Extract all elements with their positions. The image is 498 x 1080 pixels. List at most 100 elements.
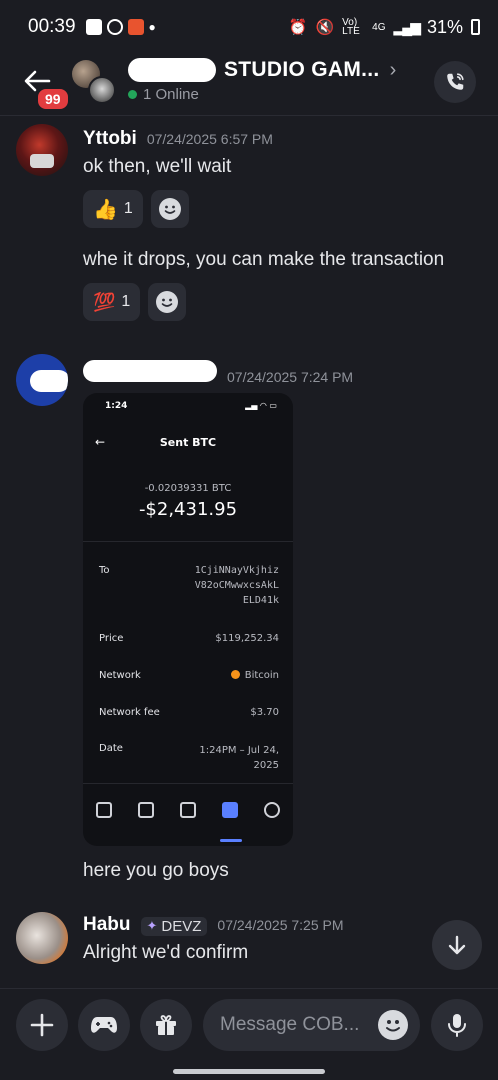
divider xyxy=(83,541,293,542)
reaction-count: 1 xyxy=(123,200,133,217)
avatar[interactable] xyxy=(16,912,68,964)
channel-title: STUDIO GAM... › xyxy=(128,58,397,82)
network-type-label: 4G xyxy=(372,21,386,33)
author-name[interactable]: Yttobi xyxy=(83,128,137,150)
attachment-screen-title: Sent BTC xyxy=(159,436,217,449)
app-notification-icon xyxy=(127,19,144,35)
message-timestamp: 07/24/2025 7:24 PM xyxy=(227,369,354,385)
author-name[interactable]: Habu xyxy=(83,914,131,936)
image-attachment[interactable]: 1:24 ▂▄ ◠ ▭ ← Sent BTC -0.02039331 BTC -… xyxy=(83,393,293,846)
redacted-name xyxy=(128,58,216,82)
message-group: Habu ✦ DEVZ 07/24/2025 7:25 PM Alright w… xyxy=(0,910,498,980)
battery-percent: 31% xyxy=(426,16,463,37)
attachment-nav-bar xyxy=(83,783,293,846)
avatar-detail xyxy=(30,154,54,168)
voice-call-button[interactable] xyxy=(434,61,476,103)
add-attachment-button[interactable] xyxy=(16,999,68,1051)
plus-icon xyxy=(30,1013,54,1037)
attachment-status-icons: ▂▄ ◠ ▭ xyxy=(245,401,277,410)
role-tag[interactable]: ✦ DEVZ xyxy=(140,916,208,936)
wallet-icon xyxy=(138,802,154,818)
alarm-icon: ⏰ xyxy=(288,19,308,36)
detail-row-price: Price $119,252.34 xyxy=(99,633,279,644)
avatar[interactable] xyxy=(16,354,68,406)
mute-icon: 🔇 xyxy=(315,19,335,36)
detail-label: Network fee xyxy=(99,707,160,718)
smiley-icon xyxy=(158,198,181,220)
phone-call-icon xyxy=(447,73,464,90)
detail-label: To xyxy=(99,565,110,576)
avatar[interactable] xyxy=(16,124,68,176)
message-composer: Message COB... xyxy=(0,988,498,1080)
gift-icon xyxy=(156,1015,176,1035)
add-reaction-button[interactable] xyxy=(150,190,189,228)
microphone-icon xyxy=(448,1014,466,1037)
message-timestamp: 07/24/2025 6:57 PM xyxy=(146,131,273,147)
more-notifications-icon: ● xyxy=(148,20,156,34)
volte-label: Vo) LTE xyxy=(342,17,360,37)
status-bar: 00:39 ● ⏰ 🔇 Vo) LTE 4G ▂▄▆ 31% xyxy=(0,0,498,54)
swap-icon xyxy=(180,802,196,818)
message-placeholder: Message COB... xyxy=(220,1014,360,1035)
date-value: 1:24PM – Jul 24, 2025 xyxy=(199,745,279,771)
activities-button[interactable] xyxy=(78,999,130,1051)
network-value: Bitcoin xyxy=(230,670,279,681)
usd-amount: -$2,431.95 xyxy=(138,499,238,520)
online-count: 1 Online xyxy=(143,86,199,103)
price-value: $119,252.34 xyxy=(215,633,279,644)
hundred-points-icon: 💯 xyxy=(93,291,116,312)
smiley-icon xyxy=(386,1020,400,1032)
unread-badge: 99 xyxy=(35,86,71,112)
voice-message-button[interactable] xyxy=(431,999,483,1051)
recipient-address: 1CjiNNayVkjhiz V82oCMwwxcsAkL ELD41k xyxy=(194,565,279,606)
whatsapp-icon xyxy=(106,19,123,35)
home-icon xyxy=(96,802,112,818)
message-text[interactable]: Alright we'd confirm xyxy=(83,942,248,964)
redacted-author-name[interactable] xyxy=(83,360,217,382)
smiley-icon xyxy=(156,291,179,313)
channel-title-text: STUDIO GAM... xyxy=(224,58,380,81)
detail-row-to: To 1CjiNNayVkjhiz V82oCMwwxcsAkL ELD41k xyxy=(99,565,279,606)
status-time: 00:39 xyxy=(28,16,76,37)
explore-icon xyxy=(264,802,280,818)
attachment-status-time: 1:24 xyxy=(105,401,128,411)
role-tag-label: DEVZ xyxy=(161,917,202,935)
detail-row-network: Network Bitcoin xyxy=(99,670,279,681)
gamepad-icon xyxy=(91,1017,117,1033)
btc-amount: -0.02039331 BTC xyxy=(144,483,232,494)
fee-value: $3.70 xyxy=(250,707,279,718)
add-reaction-button[interactable] xyxy=(148,283,187,321)
message-input[interactable]: Message COB... xyxy=(203,999,420,1051)
arrow-down-icon xyxy=(448,935,466,955)
home-indicator[interactable] xyxy=(173,1069,325,1074)
battery-icon xyxy=(471,19,480,35)
message-text[interactable]: ok then, we'll wait xyxy=(83,156,231,178)
group-avatar[interactable] xyxy=(72,60,118,106)
message-group: Yttobi 07/24/2025 6:57 PM ok then, we'll… xyxy=(0,124,498,344)
detail-row-date: Date 1:24PM – Jul 24, 2025 xyxy=(99,743,279,771)
message-text[interactable]: whe it drops, you can make the transacti… xyxy=(83,249,444,271)
reaction-count: 1 xyxy=(121,293,131,310)
sparkle-icon: ✦ xyxy=(146,918,158,933)
network-name: Bitcoin xyxy=(244,670,279,681)
chevron-right-icon: › xyxy=(389,58,397,81)
thumbs-up-icon: 👍 xyxy=(93,198,118,221)
detail-label: Price xyxy=(99,633,124,644)
member-avatar xyxy=(88,76,116,104)
online-dot-icon xyxy=(128,90,137,99)
detail-label: Network xyxy=(99,670,141,681)
detail-label: Date xyxy=(99,743,123,754)
jump-to-bottom-button[interactable] xyxy=(432,920,482,970)
signal-icon: ▂▄▆ xyxy=(393,18,421,35)
emoji-picker-icon[interactable] xyxy=(378,1010,408,1040)
online-status: 1 Online xyxy=(128,86,397,103)
avatar-redaction xyxy=(30,370,68,392)
channel-info[interactable]: STUDIO GAM... › 1 Online xyxy=(128,58,397,103)
message-text[interactable]: here you go boys xyxy=(83,860,229,882)
gallery-icon xyxy=(85,19,102,35)
reaction-hundred[interactable]: 💯 1 xyxy=(83,283,141,321)
activity-icon xyxy=(222,802,238,818)
reaction-thumbs-up[interactable]: 👍 1 xyxy=(83,190,143,228)
gift-button[interactable] xyxy=(140,999,192,1051)
active-tab-indicator xyxy=(220,839,242,842)
